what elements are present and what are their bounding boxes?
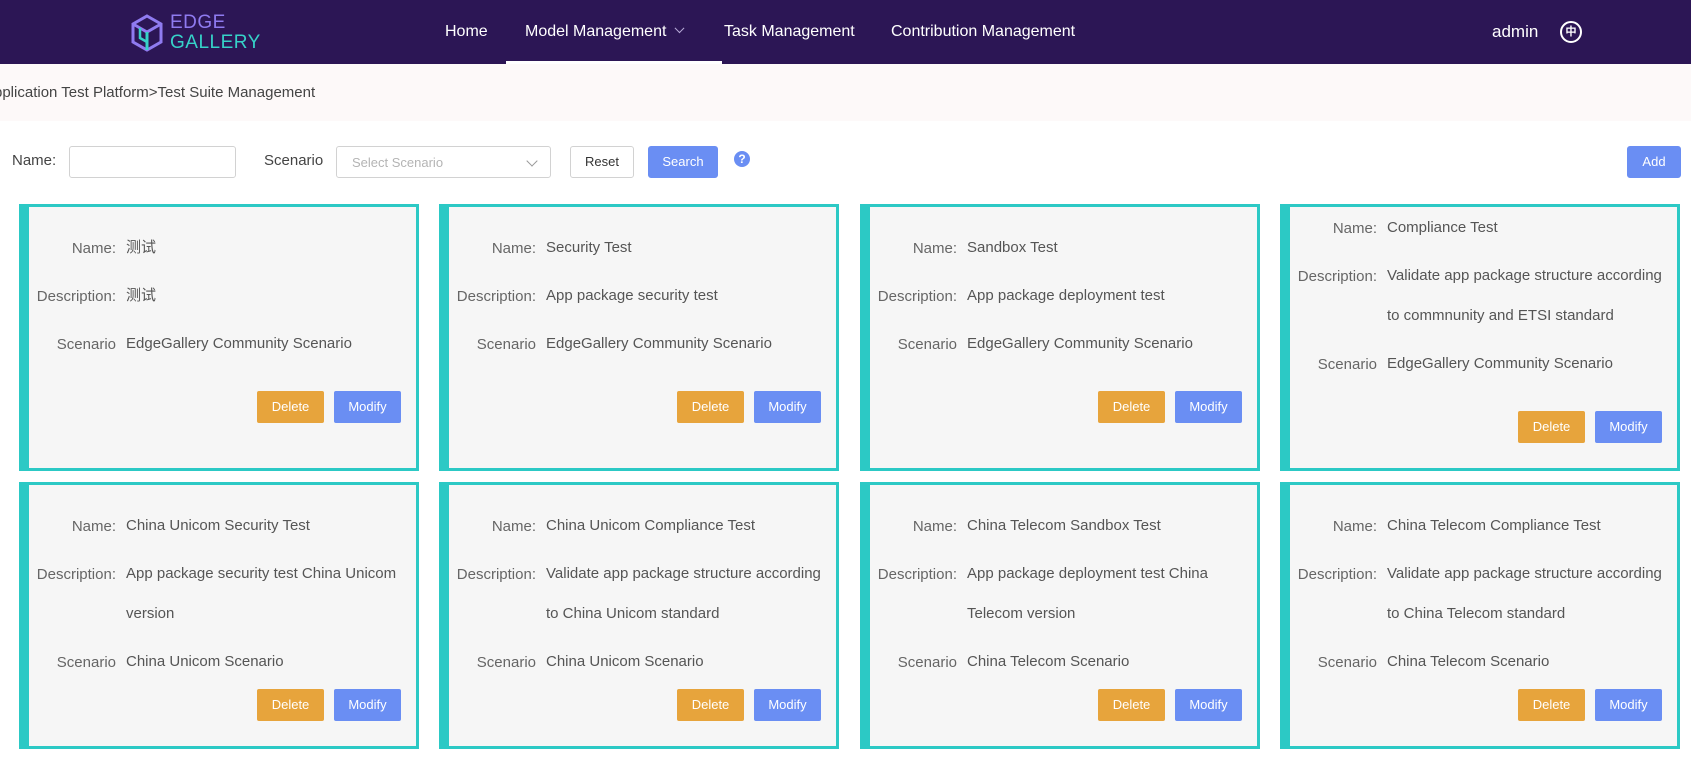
delete-button[interactable]: Delete <box>1098 391 1165 423</box>
card-scenario-key: Scenario <box>56 654 116 671</box>
card-name-value: China Unicom Compliance Test <box>546 517 755 534</box>
language-switch-icon[interactable]: 中 <box>1560 21 1582 43</box>
top-navbar: EDGE GALLERY Home Model Management Task … <box>0 0 1691 64</box>
card-scenario-value: EdgeGallery Community Scenario <box>126 335 352 352</box>
test-suite-card: Name: Compliance Test Description: Valid… <box>1280 204 1680 471</box>
test-suite-card: Name: China Unicom Security Test Descrip… <box>19 482 419 749</box>
delete-button[interactable]: Delete <box>1518 411 1585 443</box>
card-name-value: 测试 <box>126 239 157 256</box>
card-name-key: Name: <box>491 240 536 257</box>
card-description-value: Validate app package structure according… <box>1387 565 1662 622</box>
card-scenario-key: Scenario <box>1317 356 1377 373</box>
card-description-key: Description: <box>456 566 536 583</box>
modify-button[interactable]: Modify <box>334 689 401 721</box>
card-scenario-value: EdgeGallery Community Scenario <box>967 335 1193 352</box>
modify-button[interactable]: Modify <box>334 391 401 423</box>
search-button[interactable]: Search <box>648 146 718 178</box>
card-scenario-key: Scenario <box>897 336 957 353</box>
card-description-key: Description: <box>36 288 116 305</box>
add-button[interactable]: Add <box>1627 146 1681 178</box>
card-name-key: Name: <box>1332 220 1377 237</box>
delete-button[interactable]: Delete <box>257 391 324 423</box>
card-description-value: App package security test <box>546 287 718 304</box>
card-name-value: China Unicom Security Test <box>126 517 310 534</box>
card-description-value: App package security test China Unicom v… <box>126 565 397 622</box>
delete-button[interactable]: Delete <box>1518 689 1585 721</box>
modify-button[interactable]: Modify <box>1175 689 1242 721</box>
modify-button[interactable]: Modify <box>1595 689 1662 721</box>
delete-button[interactable]: Delete <box>677 391 744 423</box>
test-suite-card: Name: China Unicom Compliance Test Descr… <box>439 482 839 749</box>
name-input[interactable] <box>69 146 236 178</box>
card-name-value: Sandbox Test <box>967 239 1058 256</box>
delete-button[interactable]: Delete <box>257 689 324 721</box>
scenario-placeholder: Select Scenario <box>352 155 444 170</box>
card-name-key: Name: <box>71 518 116 535</box>
card-name-key: Name: <box>912 240 957 257</box>
card-name-value: China Telecom Compliance Test <box>1387 517 1601 534</box>
card-scenario-key: Scenario <box>897 654 957 671</box>
card-scenario-value: China Telecom Scenario <box>967 653 1130 670</box>
card-description-key: Description: <box>877 566 957 583</box>
card-scenario-value: China Unicom Scenario <box>126 653 284 670</box>
breadcrumb: pplication Test Platform>Test Suite Mana… <box>0 84 316 101</box>
card-description-key: Description: <box>1297 566 1377 583</box>
card-description-value: App package deployment test China Teleco… <box>967 565 1208 622</box>
cube-logo-icon <box>131 14 163 52</box>
test-suite-card: Name: 测试 Description: 测试 Scenario EdgeGa… <box>19 204 419 471</box>
card-name-key: Name: <box>71 240 116 257</box>
reset-button[interactable]: Reset <box>570 146 634 178</box>
card-description-value: Validate app package structure according… <box>1387 267 1662 324</box>
card-scenario-value: EdgeGallery Community Scenario <box>546 335 772 352</box>
delete-button[interactable]: Delete <box>677 689 744 721</box>
modify-button[interactable]: Modify <box>754 689 821 721</box>
card-description-value: 测试 <box>126 287 157 304</box>
scenario-select[interactable]: Select Scenario <box>336 146 551 178</box>
nav-model-management[interactable]: Model Management <box>505 0 723 64</box>
card-description-key: Description: <box>877 288 957 305</box>
test-suite-card: Name: China Telecom Sandbox Test Descrip… <box>860 482 1260 749</box>
test-suite-card: Name: Sandbox Test Description: App pack… <box>860 204 1260 471</box>
card-scenario-value: China Unicom Scenario <box>546 653 704 670</box>
nav-model-management-label: Model Management <box>525 23 667 40</box>
name-label: Name: <box>12 152 57 169</box>
card-description-key: Description: <box>36 566 116 583</box>
test-suite-card: Name: China Telecom Compliance Test Desc… <box>1280 482 1680 749</box>
modify-button[interactable]: Modify <box>754 391 821 423</box>
modify-button[interactable]: Modify <box>1175 391 1242 423</box>
card-name-key: Name: <box>912 518 957 535</box>
card-scenario-key: Scenario <box>476 336 536 353</box>
nav-home[interactable]: Home <box>445 0 488 64</box>
logo-text: EDGE GALLERY <box>170 13 261 53</box>
modify-button[interactable]: Modify <box>1595 411 1662 443</box>
nav-contribution-management[interactable]: Contribution Management <box>891 0 1075 64</box>
card-name-key: Name: <box>1332 518 1377 535</box>
card-name-value: Security Test <box>546 239 632 256</box>
logo-line1: EDGE <box>170 12 226 33</box>
help-icon[interactable]: ? <box>734 151 750 167</box>
delete-button[interactable]: Delete <box>1098 689 1165 721</box>
card-scenario-key: Scenario <box>476 654 536 671</box>
scenario-label: Scenario <box>264 152 324 169</box>
card-scenario-value: EdgeGallery Community Scenario <box>1387 355 1613 372</box>
chevron-down-icon <box>674 23 685 34</box>
chevron-down-icon <box>526 155 538 167</box>
logo-line2: GALLERY <box>170 32 261 53</box>
card-description-value: Validate app package structure according… <box>546 565 821 622</box>
breadcrumb-bar: pplication Test Platform>Test Suite Mana… <box>0 64 1691 121</box>
card-description-key: Description: <box>1297 268 1377 285</box>
card-name-value: China Telecom Sandbox Test <box>967 517 1161 534</box>
test-suite-card: Name: Security Test Description: App pac… <box>439 204 839 471</box>
card-name-key: Name: <box>491 518 536 535</box>
user-name[interactable]: admin <box>1492 0 1538 64</box>
card-name-value: Compliance Test <box>1387 219 1498 236</box>
card-scenario-key: Scenario <box>1317 654 1377 671</box>
card-description-value: App package deployment test <box>967 287 1165 304</box>
card-scenario-key: Scenario <box>56 336 116 353</box>
card-description-key: Description: <box>456 288 536 305</box>
card-scenario-value: China Telecom Scenario <box>1387 653 1550 670</box>
nav-task-management[interactable]: Task Management <box>724 0 855 64</box>
logo[interactable]: EDGE GALLERY <box>130 13 261 53</box>
